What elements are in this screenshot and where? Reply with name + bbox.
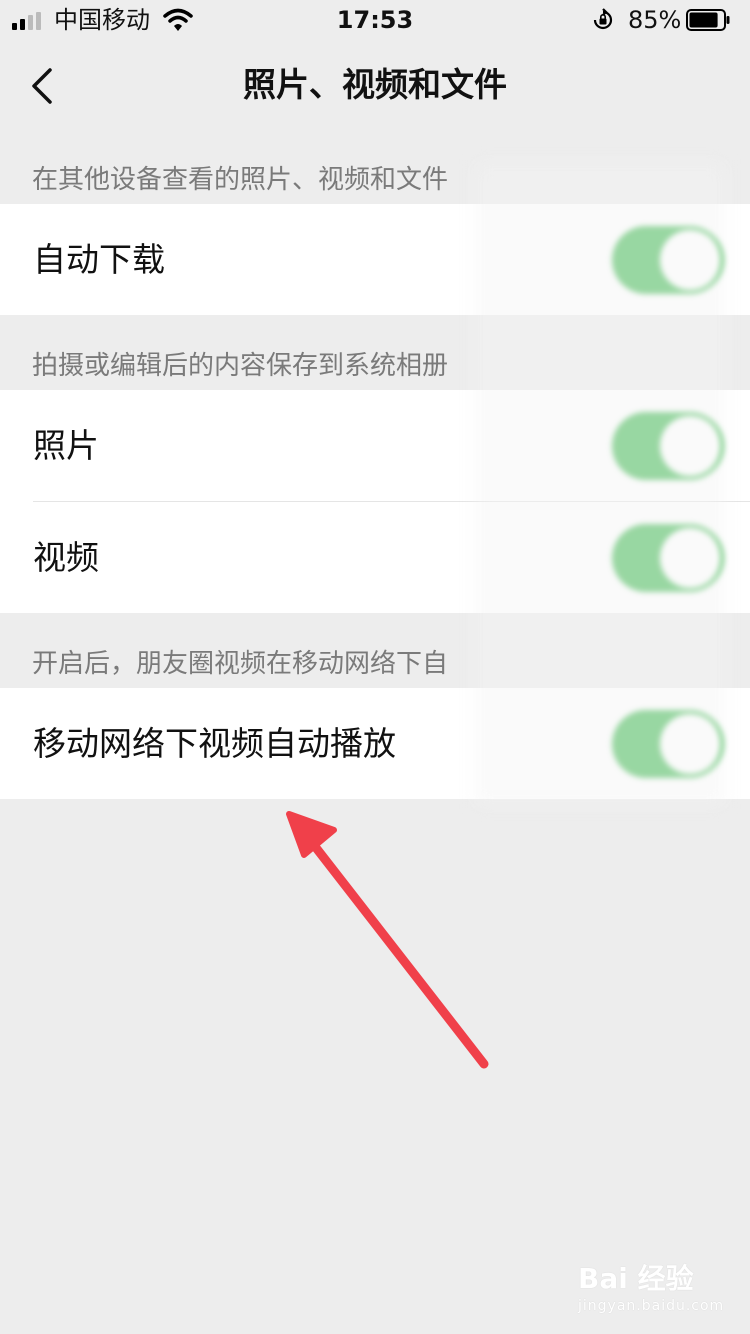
- auto-download-label: 自动下载: [33, 240, 165, 279]
- watermark-url: jingyan.baidu.com: [578, 1298, 725, 1314]
- photos-label: 照片: [33, 426, 99, 465]
- watermark-logo-text: Bai 经验: [578, 1262, 694, 1295]
- battery-percentage: 85%: [628, 6, 682, 34]
- battery-icon: [686, 9, 730, 31]
- orientation-lock-icon: [593, 8, 613, 30]
- videos-label: 视频: [33, 538, 99, 577]
- status-bar: 中国移动 17:53 85%: [0, 0, 750, 40]
- blur-overlay: [476, 164, 724, 804]
- navigation-bar: 照片、视频和文件: [0, 40, 750, 128]
- autoplay-mobile-label: 移动网络下视频自动播放: [33, 724, 396, 763]
- page-title: 照片、视频和文件: [243, 65, 507, 104]
- section-header-remote-devices: 在其他设备查看的照片、视频和文件: [32, 165, 449, 195]
- section-header-save-to-album: 拍摄或编辑后的内容保存到系统相册: [32, 351, 449, 381]
- baidu-jingyan-watermark: Bai 经验 jingyan.baidu.com: [574, 1262, 724, 1322]
- section-header-moments-video: 开启后，朋友圈视频在移动网络下自: [32, 649, 449, 679]
